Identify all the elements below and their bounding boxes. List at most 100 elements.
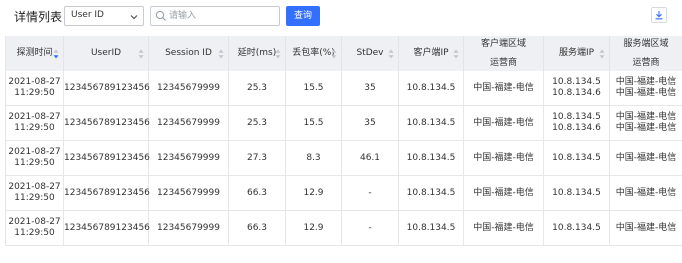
cell-sip: 10.8.134.5 [543, 175, 610, 211]
cell-cregion: 中国-福建-电信 [463, 140, 544, 176]
cell-line: 中国-福建-电信 [473, 187, 534, 198]
table-row[interactable]: 2021-08-27 11:29:50 123456789123456 1234567… [5, 175, 682, 211]
cell-user: 123456789123456 [63, 105, 150, 141]
cell-line: 11:29:50 [14, 123, 55, 133]
column-header[interactable]: StDev [341, 36, 399, 71]
query-button[interactable]: 查询 [286, 6, 320, 26]
column-header-label: 客户端区域 [480, 38, 526, 49]
cell-stdev: - [341, 175, 399, 211]
cell-loss: 15.5 [285, 105, 342, 141]
cell-line: 中国-福建-电信 [615, 112, 677, 122]
column-header[interactable]: 客户端区域 运营商 [463, 36, 544, 71]
table-row[interactable]: 2021-08-27 11:29:50 123456789123456 1234567… [5, 140, 682, 176]
cell-stdev: 46.1 [341, 140, 399, 176]
cell-line: 11:29:50 [14, 193, 55, 203]
cell-session: 12345679999 [148, 71, 229, 106]
cell-line: 11:29:50 [14, 158, 55, 168]
cell-line: 2021-08-27 [8, 182, 61, 192]
cell-line: 10.8.134.5 [552, 222, 601, 233]
download-button[interactable] [651, 7, 667, 23]
cell-line: 中国-福建-电信 [473, 117, 534, 128]
sort-icon[interactable] [218, 49, 224, 59]
cell-line: 2021-08-27 [8, 112, 61, 122]
cell-line: 中国-福建-电信 [615, 123, 677, 133]
field-select[interactable]: User ID [64, 6, 144, 26]
column-header-label: Session ID [165, 48, 212, 58]
sort-icon[interactable] [599, 49, 605, 59]
column-header[interactable]: 客户端IP [398, 36, 464, 71]
column-header[interactable]: 服务端IP [543, 36, 610, 71]
cell-user: 123456789123456 [63, 71, 150, 106]
sort-icon[interactable] [331, 49, 337, 59]
cell-cip: 10.8.134.5 [398, 210, 464, 246]
cell-loss: 15.5 [285, 71, 342, 106]
sort-icon[interactable] [388, 49, 394, 59]
column-header[interactable]: Session ID [148, 36, 229, 71]
cell-sregion: 中国-福建-电信 中国-福建-电信 [609, 71, 682, 106]
cell-cip: 10.8.134.5 [398, 140, 464, 176]
page-title: 详情列表 [14, 10, 63, 24]
column-header-label: 运营商 [489, 57, 517, 68]
field-select-value: User ID [71, 10, 104, 20]
cell-cregion: 中国-福建-电信 [463, 71, 544, 106]
cell-time: 2021-08-27 11:29:50 [5, 175, 64, 211]
search-icon [155, 10, 166, 21]
search-box[interactable] [150, 6, 280, 26]
cell-time: 2021-08-27 11:29:50 [5, 71, 64, 106]
table-row[interactable]: 2021-08-27 11:29:50 123456789123456 1234567… [5, 105, 682, 141]
cell-line: 中国-福建-电信 [615, 222, 677, 233]
sort-icon[interactable] [138, 49, 144, 59]
toolbar: 详情列表 User ID 查询 [0, 0, 682, 32]
sort-icon[interactable] [53, 49, 59, 59]
column-header[interactable]: UserID [63, 36, 149, 71]
cell-sregion: 中国-福建-电信 [609, 210, 682, 246]
cell-line: 中国-福建-电信 [615, 187, 677, 198]
sort-icon[interactable] [275, 49, 281, 59]
cell-line: 中国-福建-电信 [473, 152, 534, 163]
detail-table: 探测时间 UserID Session ID 延时(ms) 丢包率(%) StDev 客户端… [5, 36, 682, 246]
cell-stdev: - [341, 210, 399, 246]
cell-line: 10.8.134.5 [552, 77, 601, 87]
cell-sregion: 中国-福建-电信 [609, 140, 682, 176]
table-header: 探测时间 UserID Session ID 延时(ms) 丢包率(%) StDev 客户端… [5, 36, 682, 71]
cell-cregion: 中国-福建-电信 [463, 105, 544, 141]
cell-delay: 25.3 [228, 105, 286, 141]
cell-line: 中国-福建-电信 [615, 77, 677, 87]
cell-time: 2021-08-27 11:29:50 [5, 210, 64, 246]
cell-loss: 8.3 [285, 140, 342, 176]
download-icon [655, 11, 663, 20]
cell-line: 2021-08-27 [8, 77, 61, 87]
cell-sregion: 中国-福建-电信 中国-福建-电信 [609, 105, 682, 141]
cell-user: 123456789123456 [63, 210, 150, 246]
cell-sip: 10.8.134.5 10.8.134.6 [543, 105, 610, 141]
cell-line: 10.8.134.5 [552, 152, 601, 163]
cell-line: 11:29:50 [14, 228, 55, 238]
cell-session: 12345679999 [148, 210, 229, 246]
sort-icon[interactable] [453, 49, 459, 59]
cell-line: 11:29:50 [14, 88, 55, 98]
cell-cip: 10.8.134.5 [398, 105, 464, 141]
cell-stdev: 35 [341, 71, 399, 106]
cell-line: 中国-福建-电信 [473, 82, 534, 93]
cell-loss: 12.9 [285, 175, 342, 211]
cell-sregion: 中国-福建-电信 [609, 175, 682, 211]
search-input[interactable] [169, 9, 274, 23]
cell-stdev: 35 [341, 105, 399, 141]
cell-sip: 10.8.134.5 [543, 140, 610, 176]
table-row[interactable]: 2021-08-27 11:29:50 123456789123456 1234567… [5, 71, 682, 106]
cell-delay: 66.3 [228, 175, 286, 211]
cell-line: 中国-福建-电信 [473, 222, 534, 233]
cell-delay: 66.3 [228, 210, 286, 246]
cell-sip: 10.8.134.5 10.8.134.6 [543, 71, 610, 106]
column-header[interactable]: 丢包率(%) [285, 36, 342, 71]
chevron-down-icon [130, 15, 138, 20]
column-header[interactable]: 延时(ms) [228, 36, 286, 71]
cell-line: 中国-福建-电信 [615, 152, 677, 163]
cell-cregion: 中国-福建-电信 [463, 210, 544, 246]
column-header[interactable]: 探测时间 [5, 36, 64, 71]
cell-line: 10.8.134.5 [552, 112, 601, 122]
column-header[interactable]: 服务端区域 运营商 [609, 36, 682, 71]
cell-line: 10.8.134.6 [552, 88, 601, 98]
column-header-label: UserID [90, 48, 122, 58]
table-row[interactable]: 2021-08-27 11:29:50 123456789123456 1234567… [5, 210, 682, 246]
